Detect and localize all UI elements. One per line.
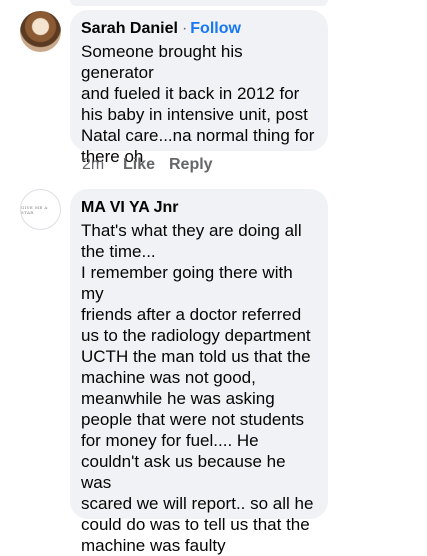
follow-button[interactable]: Follow bbox=[190, 20, 241, 37]
reply-button[interactable]: Reply bbox=[169, 156, 213, 174]
comment-author[interactable]: MA VI YA Jnr bbox=[81, 199, 179, 216]
previous-comment-bubble-edge bbox=[70, 0, 328, 6]
avatar[interactable] bbox=[20, 11, 61, 52]
comment-text: Someone brought his generator and fueled… bbox=[81, 42, 315, 166]
comment-bubble: MA VI YA Jnr That's what they are doing … bbox=[70, 189, 328, 555]
like-button[interactable]: Like bbox=[123, 156, 167, 174]
comment-author[interactable]: Sarah Daniel bbox=[81, 20, 178, 37]
avatar[interactable]: GIVE ME A STAR bbox=[20, 189, 61, 230]
comment-timestamp[interactable]: 2m bbox=[82, 156, 122, 174]
comment-bubble: Sarah Daniel · Follow Someone brought his … bbox=[70, 10, 328, 166]
comment-actions: 2m Like Reply bbox=[82, 156, 213, 174]
comment-header: MA VI YA Jnr bbox=[81, 198, 316, 218]
avatar-logo-text: GIVE ME A STAR bbox=[21, 204, 48, 215]
separator-dot: · bbox=[181, 20, 188, 37]
comment-header: Sarah Daniel · Follow bbox=[81, 19, 316, 39]
comment-text: That's what they are doing all the time.… bbox=[81, 221, 314, 555]
